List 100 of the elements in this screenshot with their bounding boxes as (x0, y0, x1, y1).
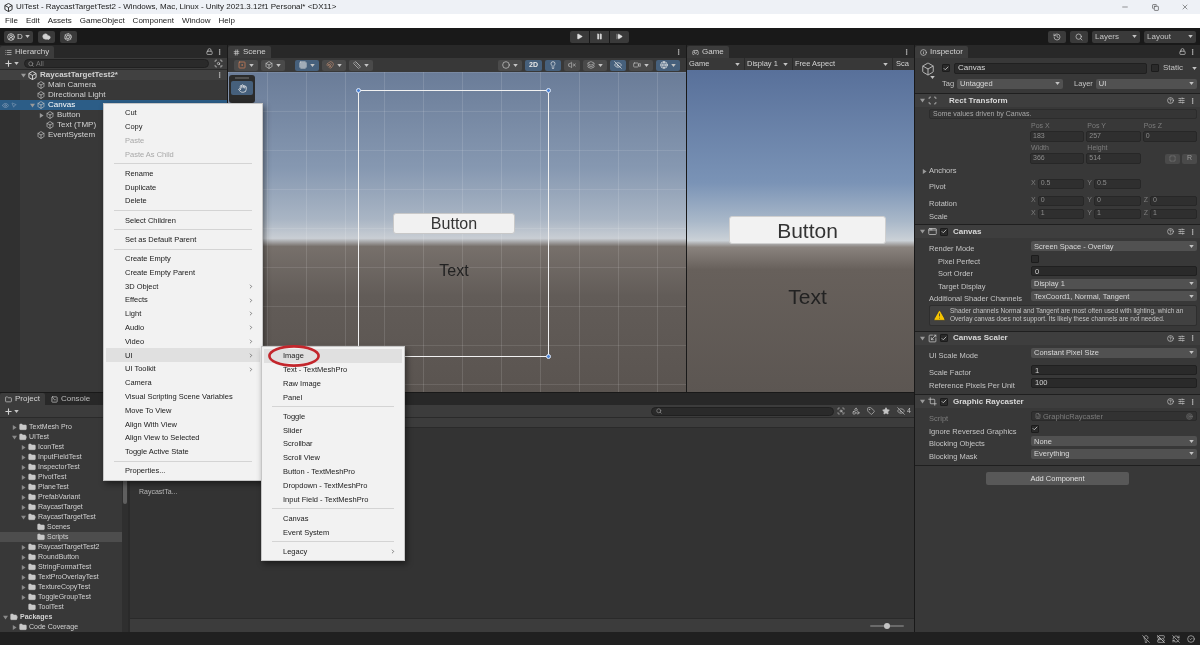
help-icon[interactable] (1167, 97, 1174, 104)
object-name[interactable]: Directional Light (48, 89, 106, 101)
enable-checkbox[interactable] (940, 227, 948, 236)
help-icon[interactable] (1167, 228, 1174, 235)
tab[interactable]: Hierarchy (0, 46, 55, 58)
scene-tool-button[interactable] (295, 59, 319, 71)
foldout-arrow-icon[interactable] (12, 434, 17, 440)
more-options-icon[interactable] (1189, 397, 1196, 406)
enable-checkbox[interactable] (940, 397, 948, 406)
foldout-arrow-icon[interactable] (21, 574, 26, 580)
foldout-arrow-icon[interactable] (21, 584, 26, 590)
object-name[interactable]: Canvas (48, 99, 76, 111)
add-dropdown[interactable] (4, 59, 19, 68)
menu-bar-item[interactable]: Component (128, 14, 178, 28)
lock-icon[interactable] (206, 48, 213, 55)
refresh-off-icon[interactable] (1172, 634, 1180, 643)
sliders-icon[interactable] (1178, 398, 1185, 405)
foldout-arrow-icon[interactable] (922, 168, 927, 174)
pause-button[interactable] (590, 30, 610, 43)
foldout-arrow-icon[interactable] (21, 474, 26, 480)
help-icon[interactable] (1167, 334, 1174, 342)
layers-dropdown[interactable]: Layers (1092, 30, 1140, 43)
tab[interactable]: Project (0, 393, 45, 405)
tab[interactable]: Scene (228, 46, 271, 58)
lock-icon[interactable] (1179, 48, 1186, 55)
tab[interactable]: Game (687, 46, 729, 58)
foldout-arrow-icon[interactable] (30, 102, 35, 108)
checkbox[interactable] (1031, 254, 1039, 263)
foldout-arrow-icon[interactable] (21, 554, 26, 560)
object-name[interactable]: Text (TMP) (57, 119, 97, 131)
name-field[interactable]: Canvas (954, 62, 1147, 74)
foldout-arrow-icon[interactable] (21, 444, 26, 450)
more-options-icon[interactable] (1189, 227, 1196, 236)
foldout-arrow-icon[interactable] (3, 614, 8, 620)
menu-bar-item[interactable]: Edit (21, 14, 44, 28)
more-options-icon[interactable] (903, 47, 910, 56)
scene-tool-button[interactable] (583, 59, 607, 71)
menu-bar-item[interactable]: GameObject (75, 14, 129, 28)
scene-tool-button[interactable] (629, 59, 653, 71)
menu-bar-item[interactable]: Window (177, 14, 215, 28)
layout-dropdown[interactable]: Layout (1144, 30, 1196, 43)
menu-bar-item[interactable]: Assets (43, 14, 76, 28)
object-name[interactable]: Button (57, 109, 81, 121)
checkbox[interactable] (1031, 424, 1039, 433)
game-ui-button[interactable]: Button (729, 216, 886, 244)
foldout-arrow-icon[interactable] (920, 335, 925, 341)
scene-tool-button[interactable] (349, 59, 373, 71)
anchor-handle-icon[interactable] (546, 354, 551, 359)
anchor-handle-icon[interactable] (546, 88, 551, 93)
object-name[interactable]: EventSystem (48, 129, 96, 141)
more-options-icon[interactable] (1189, 96, 1196, 105)
step-button[interactable] (610, 30, 630, 43)
active-checkbox[interactable] (942, 64, 950, 72)
sliders-icon[interactable] (1178, 228, 1185, 235)
hand-tool-button[interactable] (231, 81, 253, 95)
star-icon[interactable] (882, 407, 891, 415)
scene-tool-button[interactable] (545, 59, 561, 71)
tab[interactable]: Inspector (915, 46, 968, 58)
enable-checkbox[interactable] (940, 334, 948, 342)
cloud-button[interactable] (37, 30, 55, 43)
static-checkbox[interactable] (1151, 64, 1159, 72)
anchor-handle-icon[interactable] (356, 88, 361, 93)
scan-search-icon[interactable] (837, 407, 846, 415)
object-name[interactable]: Main Camera (48, 79, 96, 91)
scene-tool-button[interactable] (564, 59, 580, 71)
foldout-arrow-icon[interactable] (21, 504, 26, 510)
foldout-arrow-icon[interactable] (920, 399, 925, 404)
foldout-arrow-icon[interactable] (920, 229, 925, 234)
more-options-icon[interactable] (1189, 334, 1196, 342)
more-options-icon[interactable] (675, 47, 682, 56)
scan-search-icon[interactable] (214, 59, 223, 68)
search-button[interactable] (1070, 30, 1088, 43)
foldout-arrow-icon[interactable] (21, 564, 26, 570)
shapes-icon[interactable] (852, 407, 861, 415)
scene-tool-button[interactable] (261, 59, 285, 71)
foldout-arrow-icon[interactable] (920, 98, 925, 103)
scene-tool-button[interactable] (656, 59, 680, 71)
scene-tool-button[interactable] (610, 59, 626, 71)
tag-icon[interactable] (867, 407, 876, 415)
more-options-icon[interactable] (1189, 47, 1196, 56)
foldout-arrow-icon[interactable] (12, 424, 17, 430)
account-dropdown[interactable]: D (4, 30, 33, 43)
foldout-arrow-icon[interactable] (21, 544, 26, 550)
play-button[interactable] (570, 30, 590, 43)
foldout-arrow-icon[interactable] (21, 72, 26, 78)
foldout-arrow-icon[interactable] (21, 514, 26, 520)
foldout-arrow-icon[interactable] (21, 484, 26, 490)
sliders-icon[interactable] (1178, 334, 1185, 342)
lightbulb-off-icon[interactable] (1142, 634, 1150, 643)
check-circle-icon[interactable] (1187, 634, 1195, 643)
menu-bar-item[interactable]: Help (214, 14, 239, 28)
scene-tool-button[interactable] (498, 59, 523, 71)
scene-tool-button[interactable] (322, 59, 346, 71)
foldout-arrow-icon[interactable] (39, 112, 44, 118)
sliders-icon[interactable] (1178, 97, 1185, 104)
scene-tool-button[interactable] (234, 59, 258, 71)
menu-bar-item[interactable]: File (1, 14, 22, 28)
scene-name[interactable]: RaycastTargetTest2* (40, 69, 118, 81)
history-button[interactable] (1048, 30, 1066, 43)
foldout-arrow-icon[interactable] (21, 494, 26, 500)
